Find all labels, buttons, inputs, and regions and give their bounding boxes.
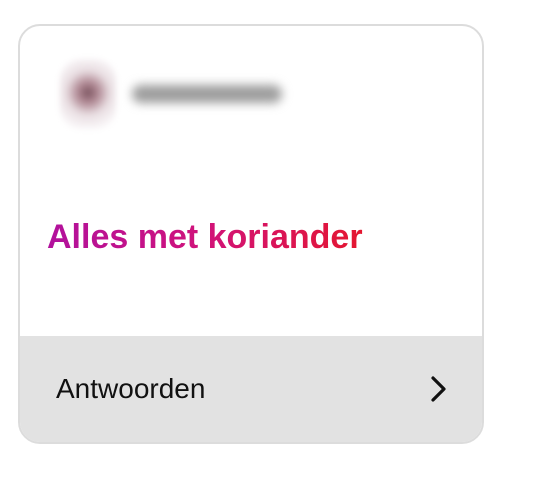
answer-button[interactable]: Antwoorden [20, 336, 482, 442]
username: dxxxxxjaxx [132, 85, 282, 103]
chevron-right-icon [430, 375, 448, 403]
avatar [60, 59, 116, 129]
sticker-header: dxxxxxjaxx [60, 54, 282, 134]
answer-button-label: Antwoorden [56, 373, 206, 404]
question-sticker-card[interactable]: dxxxxxjaxx Alles met koriander Antwoorde… [18, 24, 484, 444]
question-text: Alles met koriander [47, 214, 363, 260]
